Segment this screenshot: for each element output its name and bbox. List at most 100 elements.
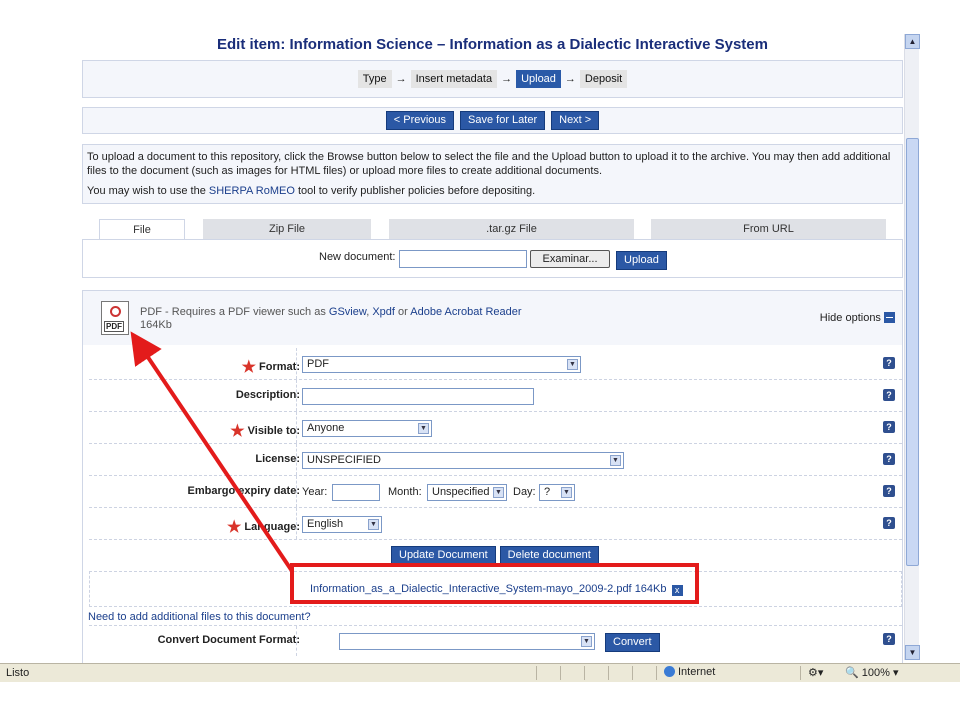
sherpa-romeo-link[interactable]: SHERPA RoMEO: [209, 185, 295, 197]
xpdf-link[interactable]: Xpdf: [372, 306, 395, 318]
visible-to-row: ★ Visible to: Anyone ▼ ?: [89, 412, 902, 444]
scroll-thumb[interactable]: [906, 138, 919, 566]
day-label: Day:: [513, 486, 536, 498]
convert-format-select[interactable]: ▼: [339, 633, 595, 650]
language-select[interactable]: English ▼: [302, 516, 382, 533]
security-zone: Internet: [664, 666, 715, 678]
vertical-scrollbar[interactable]: ▲ ▼: [904, 34, 920, 660]
license-select[interactable]: UNSPECIFIED ▼: [302, 452, 624, 469]
required-star-icon: ★: [241, 359, 256, 376]
description-input[interactable]: [302, 388, 534, 405]
browse-button[interactable]: Examinar...: [530, 250, 610, 268]
chevron-down-icon: ▼: [581, 636, 592, 647]
document-actions: Update Document Delete document: [391, 546, 599, 565]
month-label: Month:: [388, 486, 422, 498]
help-icon[interactable]: ?: [883, 633, 895, 645]
tab-zip-file[interactable]: Zip File: [203, 219, 371, 239]
format-select[interactable]: PDF ▼: [302, 356, 581, 373]
file-path-input[interactable]: [399, 250, 527, 268]
required-star-icon: ★: [230, 423, 245, 440]
day-select[interactable]: ? ▼: [539, 484, 575, 501]
tab-file[interactable]: File: [99, 219, 185, 240]
instructions-text: To upload a document to this repository,…: [87, 151, 891, 177]
arrow-icon: →: [564, 73, 576, 85]
next-button[interactable]: Next >: [551, 111, 600, 130]
status-text: Listo: [6, 667, 30, 679]
scroll-down-icon[interactable]: ▼: [905, 645, 920, 660]
convert-format-label: Convert Document Format:: [157, 634, 300, 646]
year-input[interactable]: [332, 484, 380, 501]
help-icon[interactable]: ?: [883, 421, 895, 433]
language-row: ★ Language: English ▼ ?: [89, 508, 902, 540]
help-icon[interactable]: ?: [883, 357, 895, 369]
update-document-button[interactable]: Update Document: [391, 546, 496, 565]
language-label: Language:: [244, 521, 300, 533]
tab-targz-file[interactable]: .tar.gz File: [389, 219, 634, 239]
convert-button[interactable]: Convert: [605, 633, 660, 652]
browser-status-bar: Listo Internet ⚙▾ 🔍 100% ▾: [0, 663, 960, 682]
help-icon[interactable]: ?: [883, 517, 895, 529]
delete-document-button[interactable]: Delete document: [499, 546, 599, 565]
zoom-icon: 🔍: [845, 667, 859, 679]
description-label: Description:: [235, 389, 300, 401]
arrow-icon: →: [501, 73, 513, 85]
document-panel: PDF PDF - Requires a PDF viewer such as …: [82, 290, 903, 663]
embargo-row: Embargo expiry date: Year: Month: Unspec…: [89, 476, 902, 508]
uploaded-file-link[interactable]: Information_as_a_Dialectic_Interactive_S…: [310, 583, 632, 595]
uploaded-file-row: Information_as_a_Dialectic_Interactive_S…: [89, 571, 902, 607]
chevron-down-icon: ▼: [561, 487, 572, 498]
zoom-level[interactable]: 🔍 100% ▾: [845, 666, 898, 679]
browser-viewport: Edit item: Information Science – Informa…: [0, 0, 960, 663]
year-label: Year:: [302, 486, 328, 498]
collapse-icon: [884, 312, 895, 323]
chevron-down-icon: ▼: [418, 423, 429, 434]
save-for-later-button[interactable]: Save for Later: [460, 111, 546, 130]
help-icon[interactable]: ?: [883, 453, 895, 465]
navigation-buttons: < Previous Save for Later Next >: [82, 107, 903, 134]
required-star-icon: ★: [226, 519, 242, 536]
chevron-down-icon: ▼: [493, 487, 504, 498]
step-type[interactable]: Type: [357, 70, 392, 88]
uploaded-file-size: 164Kb: [634, 583, 667, 595]
format-row: ★ Format: PDF ▼ ?: [89, 348, 902, 380]
visible-to-select[interactable]: Anyone ▼: [302, 420, 432, 437]
hide-options-toggle[interactable]: Hide options: [820, 312, 895, 324]
add-files-prompt: Need to add additional files to this doc…: [88, 611, 311, 623]
document-header: PDF PDF - Requires a PDF viewer such as …: [83, 291, 902, 345]
gsview-link[interactable]: GSview: [329, 306, 366, 318]
help-icon[interactable]: ?: [883, 389, 895, 401]
license-label: License:: [255, 453, 300, 465]
chevron-down-icon: ▼: [567, 359, 578, 370]
chevron-down-icon: ▼: [368, 519, 379, 530]
page-title: Edit item: Information Science – Informa…: [216, 36, 768, 53]
month-select[interactable]: Unspecified ▼: [427, 484, 507, 501]
convert-format-row: Convert Document Format: ▼ Convert ?: [89, 625, 902, 663]
description-row: Description: ?: [89, 380, 902, 412]
new-document-label: New document:: [319, 251, 396, 263]
acrobat-reader-link[interactable]: Adobe Acrobat Reader: [410, 306, 521, 318]
pdf-file-icon[interactable]: PDF: [101, 301, 129, 335]
step-insert-metadata[interactable]: Insert metadata: [410, 70, 498, 88]
upload-instructions: To upload a document to this repository,…: [82, 144, 903, 204]
chevron-down-icon: ▼: [610, 455, 621, 466]
previous-button[interactable]: < Previous: [385, 111, 455, 130]
workflow-steps: Type → Insert metadata → Upload → Deposi…: [82, 60, 903, 98]
arrow-icon: →: [395, 73, 407, 85]
visible-to-label: Visible to:: [247, 425, 300, 437]
protected-mode-icon[interactable]: ⚙▾: [808, 666, 823, 679]
help-icon[interactable]: ?: [883, 485, 895, 497]
upload-method-tabs: File Zip File .tar.gz File From URL: [99, 219, 903, 240]
globe-icon: [664, 666, 675, 677]
step-deposit[interactable]: Deposit: [579, 70, 628, 88]
license-row: License: UNSPECIFIED ▼ ?: [89, 444, 902, 476]
step-upload[interactable]: Upload: [516, 70, 561, 88]
format-label: Format:: [259, 361, 300, 373]
upload-button[interactable]: Upload: [616, 251, 667, 270]
tab-from-url[interactable]: From URL: [651, 219, 886, 239]
remove-file-icon[interactable]: x: [671, 585, 683, 596]
upload-panel: New document: Examinar... Upload: [82, 239, 903, 278]
document-size: 164Kb: [140, 319, 172, 331]
embargo-label: Embargo expiry date:: [187, 485, 300, 497]
scroll-up-icon[interactable]: ▲: [905, 34, 920, 49]
document-description: PDF - Requires a PDF viewer such as GSvi…: [140, 306, 522, 331]
